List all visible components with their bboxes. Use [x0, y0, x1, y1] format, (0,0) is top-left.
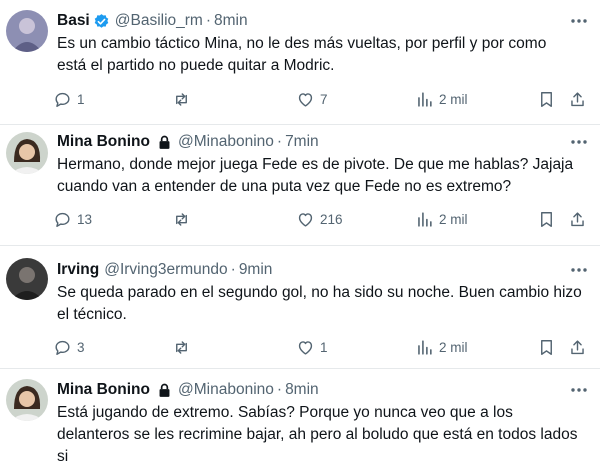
reply-count: 3 [77, 339, 85, 355]
bookmark-button[interactable] [537, 207, 556, 231]
author-name[interactable]: Basi [57, 12, 90, 30]
separator: · [276, 381, 283, 398]
timestamp[interactable]: 9min [239, 261, 273, 279]
like-button[interactable]: 1 [296, 335, 328, 359]
retweet-icon [176, 92, 187, 106]
reply-count: 1 [77, 91, 85, 107]
avatar[interactable] [6, 258, 48, 300]
reply-button[interactable]: 13 [53, 207, 92, 231]
author-name[interactable]: Irving [57, 261, 99, 279]
avatar[interactable] [6, 10, 48, 52]
tweet-text-line: cuando van a entender de una puta vez qu… [57, 178, 512, 195]
views-icon [418, 91, 432, 107]
bookmark-icon [541, 91, 552, 107]
separator: · [230, 261, 236, 278]
verified-badge-icon [93, 13, 110, 30]
tweet[interactable]: Irving @Irving3ermundo · 9min Se queda p… [0, 246, 600, 368]
reply-button[interactable]: 3 [53, 335, 85, 359]
retweet-icon [176, 212, 187, 226]
bookmark-button[interactable] [537, 87, 556, 111]
like-count: 216 [320, 211, 343, 227]
reply-icon [55, 340, 70, 355]
tweet-text-line: está el partido no puede quitar a Modric… [57, 57, 335, 74]
like-count: 1 [320, 339, 328, 355]
timestamp[interactable]: 8min [285, 381, 319, 399]
retweet-icon [176, 340, 187, 354]
views-icon [418, 211, 432, 227]
bookmark-icon [541, 339, 552, 355]
author-name[interactable]: Mina Bonino [57, 381, 150, 399]
author-handle[interactable]: @Minabonino [178, 133, 274, 151]
heart-icon [298, 212, 313, 227]
bookmark-icon [541, 211, 552, 227]
heart-icon [298, 92, 313, 107]
share-icon [571, 339, 584, 354]
like-count: 7 [320, 91, 328, 107]
tweet-text-line: el técnico. [57, 306, 127, 323]
tweet-text-line: Se queda parado en el segundo gol, no ha… [57, 284, 582, 301]
tweet-text: Se queda parado en el segundo gol, no ha… [57, 282, 587, 326]
timestamp[interactable]: 7min [285, 133, 319, 151]
share-button[interactable] [568, 335, 587, 359]
tweet[interactable]: Basi @Basilio_rm · 8min Es un cambio tác… [0, 0, 600, 124]
heart-icon [298, 340, 313, 355]
avatar[interactable] [6, 132, 48, 174]
action-bar: 3 1 2 mil [0, 335, 600, 359]
views-icon [418, 339, 432, 355]
separator: · [276, 133, 283, 150]
views-count: 2 mil [439, 211, 468, 227]
share-icon [571, 211, 584, 226]
more-icon[interactable] [568, 135, 590, 149]
timestamp[interactable]: 8min [214, 12, 248, 30]
share-button[interactable] [568, 207, 587, 231]
views-count: 2 mil [439, 91, 468, 107]
author-name[interactable]: Mina Bonino [57, 133, 150, 151]
action-bar: 13 216 2 mil [0, 207, 600, 231]
tweet-text: Es un cambio táctico Mina, no le des más… [57, 33, 587, 77]
tweet-text-line: si [57, 448, 69, 464]
separator: · [205, 12, 212, 29]
more-icon[interactable] [568, 383, 590, 397]
tweet-text-line: delanteros se les recrimine bajar, ah pe… [57, 426, 578, 443]
action-bar: 1 7 2 mil [0, 87, 600, 111]
like-button[interactable]: 216 [296, 207, 343, 231]
tweet-text-line: Hermano, donde mejor juega Fede es de pi… [57, 156, 574, 173]
bookmark-button[interactable] [537, 335, 556, 359]
views-button[interactable]: 2 mil [415, 335, 468, 359]
tweet[interactable]: Mina Bonino @Minabonino · 7min Hermano, … [0, 125, 600, 245]
retweet-button[interactable] [172, 87, 196, 111]
tweet[interactable]: Mina Bonino @Minabonino · 8min Está juga… [0, 369, 600, 464]
reply-icon [55, 92, 70, 107]
retweet-button[interactable] [172, 335, 196, 359]
tweet-text: Hermano, donde mejor juega Fede es de pi… [57, 154, 587, 198]
lock-icon [156, 382, 173, 399]
author-handle[interactable]: @Basilio_rm [115, 12, 203, 30]
views-count: 2 mil [439, 339, 468, 355]
reply-count: 13 [77, 211, 93, 227]
more-icon[interactable] [568, 14, 590, 28]
views-button[interactable]: 2 mil [415, 207, 468, 231]
tweet-text: Está jugando de extremo. Sabías? Porque … [57, 402, 587, 464]
views-button[interactable]: 2 mil [415, 87, 468, 111]
author-handle[interactable]: @Minabonino [178, 381, 274, 399]
share-icon [571, 91, 584, 106]
more-icon[interactable] [568, 263, 590, 277]
reply-button[interactable]: 1 [53, 87, 85, 111]
like-button[interactable]: 7 [296, 87, 328, 111]
share-button[interactable] [568, 87, 587, 111]
author-handle[interactable]: @Irving3ermundo [104, 261, 227, 279]
reply-icon [55, 212, 70, 227]
lock-icon [156, 134, 173, 151]
avatar[interactable] [6, 379, 48, 421]
tweet-text-line: Es un cambio táctico Mina, no le des más… [57, 35, 547, 52]
retweet-button[interactable] [172, 207, 196, 231]
tweet-text-line: Está jugando de extremo. Sabías? Porque … [57, 404, 513, 421]
